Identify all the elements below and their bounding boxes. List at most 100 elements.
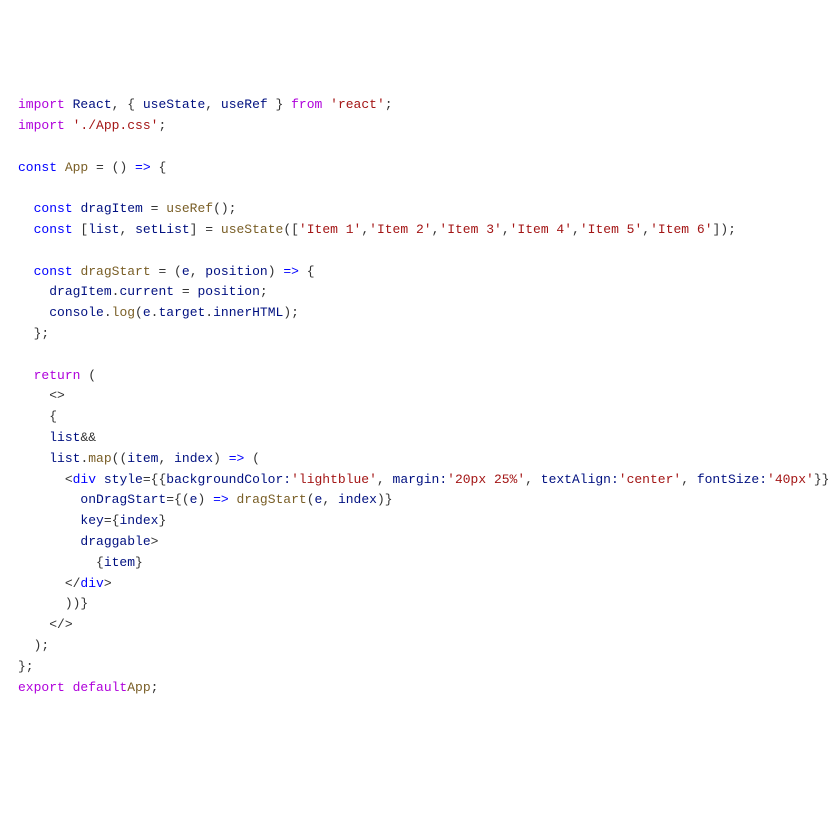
token-plain: ( [307, 492, 315, 507]
token-func: map [88, 451, 111, 466]
token-ident: backgroundColor: [166, 472, 291, 487]
token-plain: )} [377, 492, 393, 507]
token-kw-purple: return [34, 368, 81, 383]
code-line: dragItem.current = position; [18, 282, 819, 303]
token-plain: , [572, 222, 580, 237]
token-ident: innerHTML [213, 305, 283, 320]
indent [18, 222, 34, 237]
token-ident: list [49, 430, 80, 445]
code-line [18, 137, 819, 158]
token-plain: . [205, 305, 213, 320]
token-plain: ); [34, 638, 50, 653]
indent [18, 492, 80, 507]
token-str: 'lightblue' [291, 472, 377, 487]
code-line: }; [18, 657, 819, 678]
code-line: ); [18, 636, 819, 657]
token-ident: item [127, 451, 158, 466]
token-func: App [65, 160, 88, 175]
code-line: ))} [18, 594, 819, 615]
code-block: import React, { useState, useRef } from … [18, 95, 819, 698]
token-str: '20px 25%' [447, 472, 525, 487]
code-line: <div style={{backgroundColor:'lightblue'… [18, 470, 819, 491]
token-str: '40px' [767, 472, 814, 487]
token-plain: , [158, 451, 174, 466]
indent [18, 201, 34, 216]
token-plain: ={{ [143, 472, 166, 487]
token-ident: useRef [221, 97, 268, 112]
token-func: dragStart [80, 264, 150, 279]
token-ident: index [119, 513, 158, 528]
code-line: {item} [18, 553, 819, 574]
token-ident: style [104, 472, 143, 487]
code-line [18, 178, 819, 199]
token-plain: ; [260, 284, 268, 299]
token-plain: , [361, 222, 369, 237]
code-line: const dragItem = useRef(); [18, 199, 819, 220]
code-line: { [18, 407, 819, 428]
indent [18, 451, 49, 466]
token-ident: index [338, 492, 377, 507]
token-ident: setList [135, 222, 190, 237]
token-ident: list [88, 222, 119, 237]
token-plain: > [104, 576, 112, 591]
indent [18, 638, 34, 653]
token-plain [96, 472, 104, 487]
token-plain: ( [244, 451, 260, 466]
token-ident: React [73, 97, 112, 112]
token-ident: position [205, 264, 267, 279]
code-line: console.log(e.target.innerHTML); [18, 303, 819, 324]
token-ident: dragItem [49, 284, 111, 299]
token-func: useState [221, 222, 283, 237]
indent [18, 368, 34, 383]
code-line: }; [18, 324, 819, 345]
token-plain: , [322, 492, 338, 507]
code-line: draggable> [18, 532, 819, 553]
token-func: log [112, 305, 135, 320]
token-plain: ; [151, 680, 159, 695]
token-kw-blue: div [73, 472, 96, 487]
token-func: App [127, 680, 150, 695]
token-plain: ; [385, 97, 393, 112]
token-kw-purple: export [18, 680, 65, 695]
token-plain: = [143, 201, 166, 216]
token-str: 'Item 3' [439, 222, 501, 237]
token-str: 'Item 6' [650, 222, 712, 237]
token-ident: console [49, 305, 104, 320]
token-plain: { [299, 264, 315, 279]
token-plain: <> [49, 388, 65, 403]
token-plain: } [158, 513, 166, 528]
token-plain: ( [80, 368, 96, 383]
token-str: './App.css' [73, 118, 159, 133]
token-plain: ) [268, 264, 284, 279]
code-line: <> [18, 386, 819, 407]
code-line: </div> [18, 574, 819, 595]
code-line: import './App.css'; [18, 116, 819, 137]
token-plain: ) [197, 492, 213, 507]
code-line [18, 241, 819, 262]
code-line: list.map((item, index) => ( [18, 449, 819, 470]
token-plain: ={ [104, 513, 120, 528]
token-plain: } [268, 97, 291, 112]
code-line: const [list, setList] = useState(['Item … [18, 220, 819, 241]
token-plain: ) [213, 451, 229, 466]
token-plain: </> [49, 617, 72, 632]
token-plain: , [525, 472, 541, 487]
token-kw-blue: => [229, 451, 245, 466]
token-kw-purple: default [73, 680, 128, 695]
token-plain: && [80, 430, 96, 445]
token-plain: , [642, 222, 650, 237]
token-str: 'center' [619, 472, 681, 487]
token-kw-blue: div [80, 576, 103, 591]
token-ident: position [197, 284, 259, 299]
token-plain: , [190, 264, 206, 279]
token-func: dragStart [237, 492, 307, 507]
token-plain: } [135, 555, 143, 570]
code-line: </> [18, 615, 819, 636]
indent [18, 326, 34, 341]
token-kw-blue: => [135, 160, 151, 175]
token-kw-purple: import [18, 97, 65, 112]
token-plain [229, 492, 237, 507]
token-plain [57, 160, 65, 175]
indent [18, 617, 49, 632]
token-plain: , { [112, 97, 143, 112]
